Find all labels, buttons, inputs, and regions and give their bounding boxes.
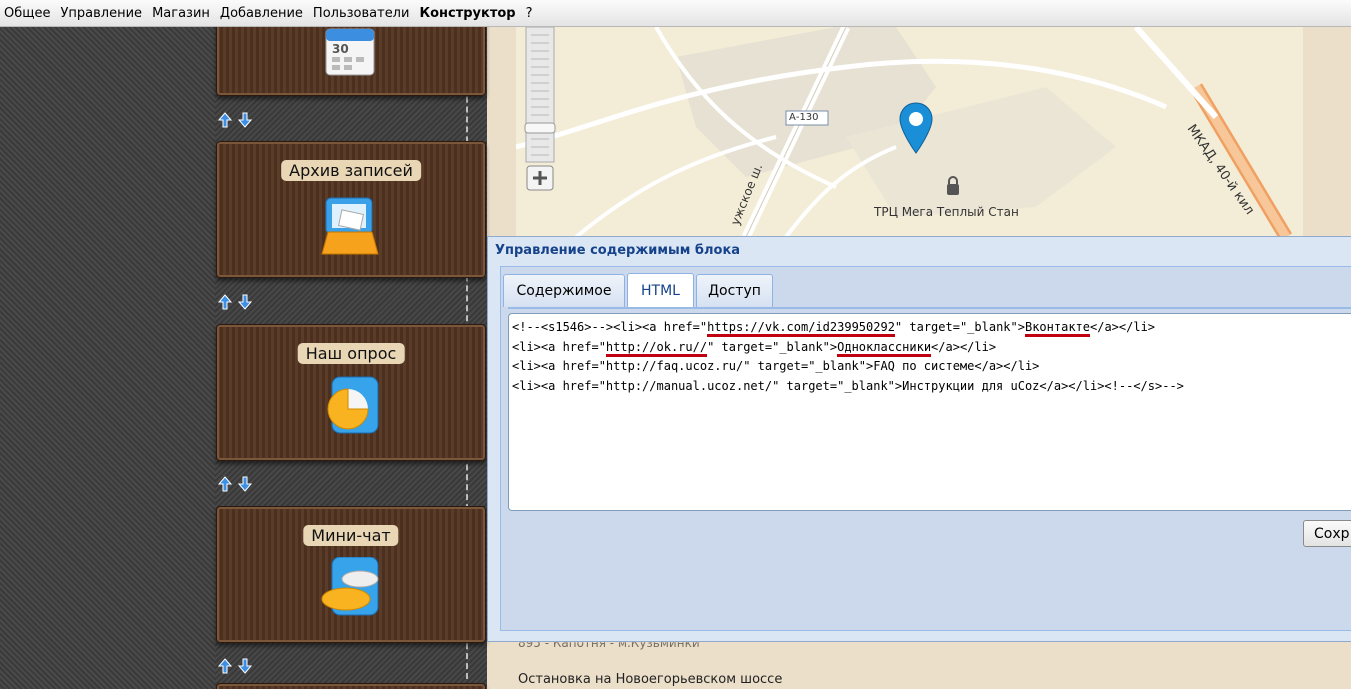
archive-box-icon — [321, 197, 379, 255]
module-title-archive: Архив записей — [281, 160, 421, 181]
move-arrows-2 — [218, 294, 258, 312]
module-title-poll: Наш опрос — [297, 343, 405, 364]
arrow-up-icon[interactable] — [218, 476, 232, 492]
module-card-archive[interactable]: Архив записей — [216, 141, 486, 278]
code-fragment: " target="_blank"> — [894, 320, 1025, 334]
tab-strip-border — [508, 307, 1351, 309]
chat-bubbles-icon — [321, 557, 379, 616]
arrow-up-icon[interactable] — [218, 112, 232, 128]
code-fragment: </a></li> — [1090, 320, 1156, 334]
vk-url-underlined: https://vk.com/id239950292 — [707, 320, 895, 337]
map-pin-icon[interactable] — [898, 101, 934, 155]
menu-item-help[interactable]: ? — [526, 6, 533, 21]
save-button[interactable]: Сохр — [1303, 520, 1351, 547]
code-line-1: <!--<s1546>--><li><a href="https://vk.co… — [512, 318, 1351, 338]
code-line-3: <li><a href="http://faq.ucoz.ru/" target… — [512, 359, 1040, 373]
ok-link-text-underlined: Одноклассники — [837, 339, 932, 357]
menu-item-add[interactable]: Добавление — [220, 6, 303, 21]
move-arrows-4 — [218, 658, 258, 676]
menu-item-general[interactable]: Общее — [4, 6, 51, 21]
lock-poi-icon — [947, 176, 959, 195]
module-title-minichat: Мини-чат — [303, 525, 399, 546]
map-label-a130: А-130 — [789, 112, 819, 123]
module-card-poll[interactable]: Наш опрос — [216, 324, 486, 461]
ok-url-underlined: http://ok.ru// — [605, 339, 708, 357]
menu-item-management[interactable]: Управление — [61, 6, 143, 21]
block-content-dialog: Управление содержимым блока Содержимое H… — [487, 236, 1351, 642]
tab-html[interactable]: HTML — [627, 273, 694, 307]
poll-pie-chart-icon — [327, 376, 379, 434]
map-zoom-control[interactable] — [523, 27, 557, 192]
arrow-down-icon[interactable] — [238, 294, 252, 310]
arrow-up-icon[interactable] — [218, 658, 232, 674]
code-fragment: </a></li> — [931, 339, 997, 354]
left-texture-background — [0, 27, 215, 689]
html-code-editor[interactable]: <!--<s1546>--><li><a href="https://vk.co… — [508, 313, 1351, 511]
code-fragment: " target="_blank"> — [707, 339, 838, 354]
arrow-down-icon[interactable] — [238, 658, 252, 674]
move-arrows-1 — [218, 112, 258, 130]
menu-item-shop[interactable]: Магазин — [152, 6, 210, 21]
arrow-down-icon[interactable] — [238, 112, 252, 128]
tab-content[interactable]: Содержимое — [503, 274, 625, 307]
module-card-next[interactable] — [216, 683, 486, 689]
svg-text:30: 30 — [332, 42, 349, 56]
code-fragment: <li><a href=" — [512, 339, 606, 354]
vk-link-text-underlined: Вконтакте — [1024, 320, 1090, 337]
top-menu-bar: Общее Управление Магазин Добавление Поль… — [0, 0, 1351, 27]
dialog-title[interactable]: Управление содержимым блока — [495, 243, 740, 258]
calendar-icon: 30 — [325, 28, 375, 76]
code-line-4: <li><a href="http://manual.ucoz.net/" ta… — [512, 378, 1184, 393]
menu-item-constructor[interactable]: Конструктор — [419, 6, 515, 21]
move-arrows-3 — [218, 476, 258, 494]
tab-access[interactable]: Доступ — [696, 274, 773, 307]
menu-item-users[interactable]: Пользователи — [313, 6, 410, 21]
module-card-minichat[interactable]: Мини-чат — [216, 506, 486, 643]
map-view[interactable]: А-130 МКАД, 40-й кил ужское ш. ТРЦ Мега … — [516, 27, 1303, 237]
code-fragment: <!--<s1546>--><li><a href=" — [512, 320, 708, 334]
arrow-down-icon[interactable] — [238, 476, 252, 492]
zoom-slider-handle — [524, 122, 556, 134]
code-line-2: <li><a href="http://ok.ru//" target="_bl… — [512, 338, 1351, 358]
map-poi-label[interactable]: ТРЦ Мега Теплый Стан — [874, 205, 1019, 219]
route-text-stop: Остановка на Новоегорьевском шоссе — [518, 672, 783, 687]
arrow-up-icon[interactable] — [218, 294, 232, 310]
